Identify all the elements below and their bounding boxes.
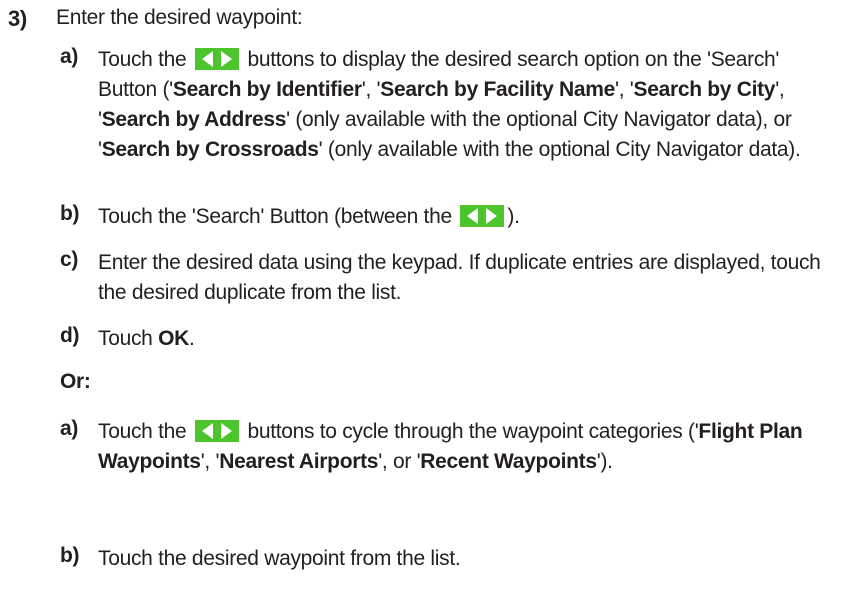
- text-run: ', or ': [378, 450, 421, 473]
- substep-letter: b): [60, 202, 80, 225]
- substep-letter: a): [60, 45, 79, 68]
- right-arrow-icon: [220, 51, 232, 67]
- substep-letter: d): [60, 324, 80, 347]
- substep-letter: b): [60, 544, 80, 567]
- text-run: ).: [507, 205, 520, 228]
- category-nearest-airports: Nearest Airports: [219, 450, 379, 473]
- step-text: Enter the desired waypoint:: [56, 6, 303, 29]
- step-number: 3): [8, 6, 27, 31]
- text-run: buttons to cycle through the waypoint ca…: [241, 420, 699, 443]
- text-run: ', ': [200, 450, 220, 473]
- substep-body: Touch OK.: [98, 324, 838, 354]
- option-search-by-identifier: Search by Identifier: [172, 78, 362, 101]
- option-search-by-facility-name: Search by Facility Name: [380, 78, 615, 101]
- option-search-by-address: Search by Address: [101, 108, 287, 131]
- substep-body: Touch the desired waypoint from the list…: [98, 547, 461, 570]
- option-search-by-city: Search by City: [633, 78, 776, 101]
- text-run: Touch the 'Search' Button (between the: [98, 205, 458, 228]
- left-arrow-icon: [201, 51, 213, 67]
- substep-body: Touch the buttons to cycle through the w…: [98, 417, 838, 477]
- left-arrow-icon: [201, 423, 213, 439]
- substep-letter: c): [60, 248, 79, 271]
- left-arrow-icon: [467, 208, 479, 224]
- text-run: ').: [596, 450, 613, 473]
- right-arrow-icon: [220, 423, 232, 439]
- or-label: Or:: [60, 370, 91, 393]
- left-right-arrow-buttons-icon: [194, 48, 239, 70]
- substep-letter: a): [60, 417, 79, 440]
- category-recent-waypoints: Recent Waypoints: [420, 450, 597, 473]
- text-run: Touch the: [98, 420, 192, 443]
- text-run: .: [188, 327, 195, 350]
- text-run: Touch the: [98, 48, 192, 71]
- left-right-arrow-buttons-icon: [460, 205, 505, 227]
- right-arrow-icon: [486, 208, 498, 224]
- substep-body: Enter the desired data using the keypad.…: [98, 251, 821, 304]
- text-run: Touch: [98, 327, 159, 350]
- text-run: ' (only available with the optional City…: [318, 138, 801, 161]
- substep-body: Touch the buttons to display the desired…: [98, 45, 838, 165]
- substep-body: Touch the 'Search' Button (between the )…: [98, 202, 838, 232]
- ok-label: OK: [158, 327, 189, 350]
- manual-page: 3) Enter the desired waypoint: a) Touch …: [0, 0, 862, 593]
- option-search-by-crossroads: Search by Crossroads: [101, 138, 319, 161]
- left-right-arrow-buttons-icon: [194, 420, 239, 442]
- text-run: ', ': [614, 78, 634, 101]
- text-run: ', ': [361, 78, 381, 101]
